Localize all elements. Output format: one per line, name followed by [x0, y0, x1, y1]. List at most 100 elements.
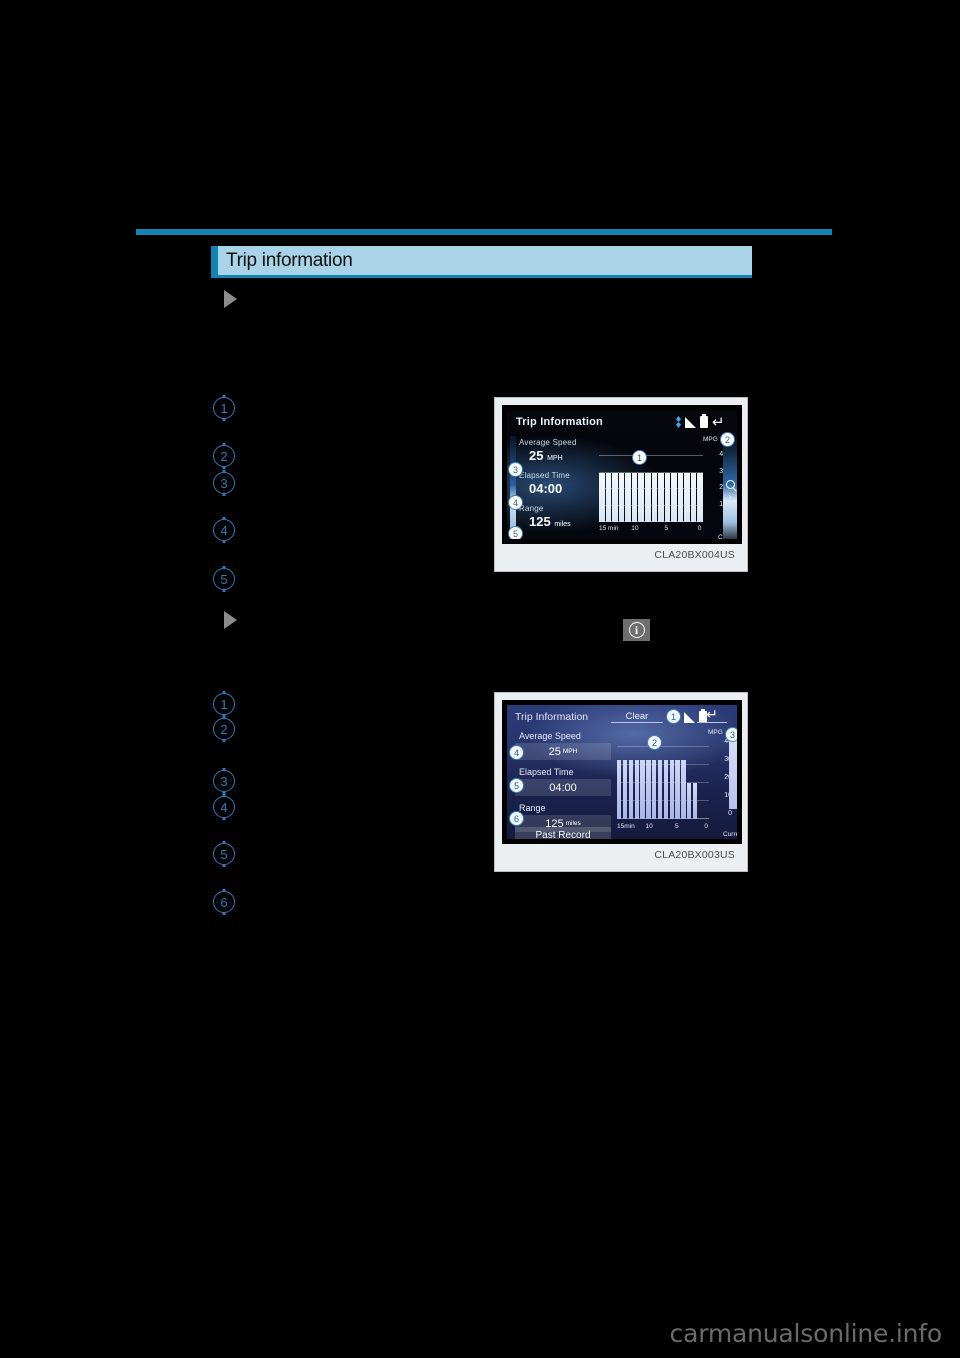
multimedia-screen-dark: Trip Information ↵ Average Speed 25 MPH … [502, 405, 742, 544]
mpg-history-chart: 15min 10 5 0 [617, 735, 709, 831]
callout-marker-b3: 3 [213, 770, 235, 792]
info-icon-glyph: i [628, 622, 645, 638]
chart-bar [644, 472, 651, 522]
chart-x-tick: 0 [697, 525, 702, 532]
trip-readouts: Average Speed 25 MPH Elapsed Time 04:00 … [515, 731, 611, 839]
range-number: 125 [529, 514, 551, 529]
elapsed-time-number: 04:00 [529, 481, 563, 496]
range-unit: miles [565, 820, 581, 827]
average-speed-unit: MPH [562, 748, 578, 755]
manual-page: Trip information 1 2 3 4 5 i 1 2 3 4 5 6… [0, 0, 960, 1358]
screen-callout-1: 1 [666, 709, 681, 724]
chart-bar [687, 783, 692, 819]
chart-bar [664, 472, 671, 522]
chart-bar [631, 472, 638, 522]
chart-x-tick: 0 [704, 823, 709, 830]
chart-bar [640, 759, 645, 819]
callout-marker-3: 3 [213, 472, 235, 494]
elapsed-time-label: Elapsed Time [519, 767, 574, 777]
battery-icon [700, 414, 708, 428]
info-icon: i [623, 619, 650, 641]
site-watermark: carmanualsonline.info [669, 1319, 943, 1348]
chart-bar [634, 759, 639, 819]
past-record-button[interactable]: Past Record [515, 827, 611, 839]
figure-trip-information-blue: Trip Information Clear ↵ Average Speed 2… [494, 692, 748, 872]
average-speed-label: Average Speed [519, 731, 581, 741]
chart-bar [692, 783, 698, 819]
chart-bar [622, 759, 628, 819]
callout-marker-b2: 2 [213, 718, 235, 740]
callout-marker-5: 5 [213, 568, 235, 590]
range-value: 125 miles [519, 514, 605, 529]
section-top-rule [136, 229, 832, 235]
signal-icon [684, 711, 695, 723]
section-header: Trip information [211, 246, 752, 278]
range-label: Range [519, 803, 546, 813]
clear-button[interactable]: Clear [611, 710, 663, 723]
right-tab-strip[interactable]: › [723, 436, 737, 539]
range-label: Range [519, 504, 544, 513]
chart-bar [690, 472, 697, 522]
current-label: Current [723, 831, 740, 838]
callout-marker-b6: 6 [213, 891, 235, 913]
screen-callout-4: 4 [508, 495, 523, 510]
chart-bar [605, 472, 612, 522]
screen-callout-4: 4 [509, 745, 524, 760]
chart-bars [617, 747, 709, 819]
elapsed-time-value: 04:00 [515, 779, 611, 796]
magnifier-icon[interactable] [725, 479, 735, 489]
figure-caption: CLA20BX003US [654, 849, 735, 861]
screen-callout-5: 5 [508, 526, 523, 539]
chart-x-tick: 10 [631, 525, 639, 532]
triangle-right-icon [224, 611, 237, 629]
average-speed-value: 25 MPH [519, 448, 605, 463]
screen-title: Trip Information [515, 711, 589, 723]
mpg-history-chart: 15 min 10 5 0 [599, 444, 703, 532]
chart-x-tick: 10 [645, 823, 653, 830]
back-arrow-icon[interactable]: ↵ [712, 415, 728, 430]
back-arrow-icon[interactable]: ↵ [697, 708, 727, 723]
screen-callout-6: 6 [509, 811, 524, 826]
chart-bar [646, 759, 651, 819]
chart-bar [652, 759, 657, 819]
chart-x-tick: 5 [674, 823, 679, 830]
chart-bar [684, 472, 690, 522]
chart-bar [677, 472, 684, 522]
current-mpg-bar [729, 737, 737, 809]
chart-y-tick: 0 [728, 810, 732, 817]
screen-callout-1: 1 [632, 450, 647, 465]
chevron-right-icon[interactable]: › [728, 491, 732, 502]
callout-marker-1: 1 [213, 397, 235, 419]
chart-bar [617, 759, 622, 819]
callout-marker-4: 4 [213, 519, 235, 541]
average-speed-number: 25 [548, 745, 561, 758]
chart-x-tick: 5 [664, 525, 669, 532]
screen-callout-2: 2 [647, 735, 662, 750]
trip-readouts: Average Speed 25 MPH Elapsed Time 04:00 … [519, 438, 605, 537]
chart-bar [612, 472, 618, 522]
average-speed-value: 25 MPH [515, 743, 611, 760]
callout-marker-b4: 4 [213, 796, 235, 818]
chart-bar [625, 472, 631, 522]
screen-callout-2: 2 [720, 432, 735, 447]
chart-bar [638, 472, 644, 522]
chart-bar [697, 472, 703, 522]
status-bar: ↵ [676, 414, 728, 430]
elapsed-time-number: 04:00 [549, 781, 577, 794]
screen-title: Trip Information [516, 416, 603, 428]
average-speed-number: 25 [529, 448, 544, 463]
range-unit: miles [554, 521, 571, 528]
chart-bar [628, 759, 634, 819]
chart-bar [675, 759, 680, 819]
triangle-right-icon [224, 290, 237, 308]
callout-marker-2: 2 [213, 445, 235, 467]
chart-bar [671, 472, 677, 522]
callout-marker-b1: 1 [213, 693, 235, 715]
elapsed-time-value: 04:00 [519, 481, 605, 496]
figure-trip-information-dark: Trip Information ↵ Average Speed 25 MPH … [494, 397, 748, 572]
signal-icon [685, 416, 696, 428]
multimedia-screen-blue: Trip Information Clear ↵ Average Speed 2… [502, 700, 742, 844]
screen-callout-3: 3 [508, 462, 523, 477]
chart-bars [599, 456, 703, 522]
chart-bar [618, 472, 625, 522]
